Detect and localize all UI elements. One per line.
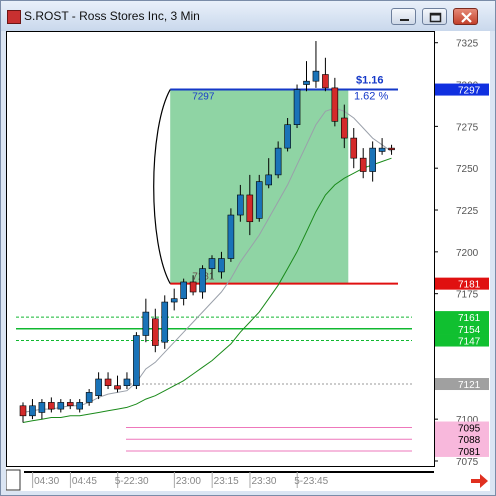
chart-window: S.ROST - Ross Stores Inc, 3 Min 7297 7181… [0,0,496,496]
candle-body [123,378,131,386]
price-marker-label: 7121 [458,380,481,391]
candle-body [312,70,320,82]
scroll-right-arrow-icon[interactable] [468,471,490,491]
candle-body [114,385,121,390]
y-tick-label: 7175 [456,290,479,301]
candle-body [66,402,74,407]
candle-body [48,402,55,410]
candle-body [322,74,329,89]
minimize-button[interactable] [391,8,416,25]
scrollbar-thumb [5,469,21,491]
x-tick-label: 23:15 [214,476,239,487]
candle-body [378,147,386,152]
candle-body [331,87,339,122]
candle-body [199,268,206,293]
y-tick-label: 7275 [456,122,479,133]
x-tick-label: 5-23:45 [294,476,328,487]
candle-body [303,80,310,85]
candle-body [274,147,282,176]
price-marker-label: 7147 [458,337,481,348]
candle-body [85,392,93,403]
x-tick-label: 04:30 [34,476,59,487]
candle-body [208,258,216,269]
window-title: S.ROST - Ross Stores Inc, 3 Min [24,9,200,23]
candle-body [170,298,178,303]
candle-body [29,405,36,417]
y-tick-label: 7075 [456,457,479,468]
candle-body [104,378,112,386]
candle-body [340,117,348,139]
candle-body [95,378,102,397]
x-tick-label: 23:30 [251,476,276,487]
price-marker-label: 7088 [458,435,481,446]
chart-area[interactable]: 72977181$1.161.62 %732573007275725072257… [5,31,490,491]
candle-body [38,402,46,413]
close-button[interactable] [453,8,478,25]
candle-body [284,124,291,149]
price-marker-label: 7297 [458,86,481,97]
minimize-icon [400,19,409,21]
y-tick-label: 7250 [456,164,479,175]
x-tick-label: 04:45 [72,476,97,487]
candle-body [218,258,225,273]
candle-body [350,137,358,159]
candle-body [388,147,395,151]
candle-body [19,405,27,417]
measure-percent-label: 1.62 % [354,91,388,103]
price-marker-label: 7181 [458,280,481,291]
candle-body [359,157,367,172]
candle-body [227,214,235,259]
close-icon [461,12,472,23]
price-marker-label: 7154 [458,325,481,336]
candle-body [189,281,197,293]
candle-body [265,174,273,186]
price-marker-label: 7161 [458,313,481,324]
y-tick-label: 7225 [456,206,479,217]
x-tick-label: 5-22:30 [115,476,149,487]
price-marker-label: 7095 [458,424,481,435]
x-tick-label: 23:00 [176,476,201,487]
candle-body [161,301,169,343]
title-bar[interactable]: S.ROST - Ross Stores Inc, 3 Min [1,1,495,31]
candlestick-chart[interactable]: 72977181$1.161.62 %732573007275725072257… [5,31,490,491]
candle-body [133,335,140,386]
price-marker-label: 7081 [458,447,481,458]
candle-body [180,281,187,299]
maximize-button[interactable] [422,8,447,25]
candle-body [57,402,65,410]
candle-body [76,402,83,410]
candle-body [255,181,263,219]
y-tick-label: 7200 [456,248,479,259]
y-tick-label: 7325 [456,39,479,50]
maximize-icon [429,12,442,23]
candle-body [152,318,159,346]
candle-body [293,89,301,125]
measure-high-label: 7297 [192,92,215,103]
candle-body [369,147,376,172]
measure-change-label: $1.16 [356,75,384,87]
candle-body [237,194,244,216]
candle-body [246,194,254,223]
app-icon [7,10,21,24]
candle-body [142,311,150,336]
